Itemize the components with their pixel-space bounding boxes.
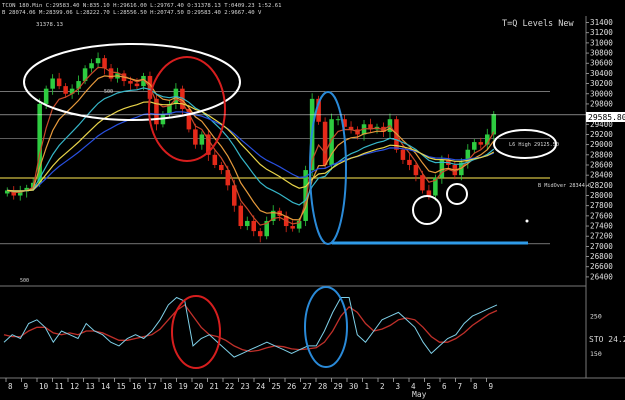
price-tick-label: 27400 <box>590 222 613 231</box>
candle-body <box>491 114 497 135</box>
time-tick-label: 11 <box>55 382 65 391</box>
candle-body <box>413 164 419 176</box>
time-tick-label: 18 <box>163 382 173 391</box>
time-tick-label: 26 <box>287 382 297 391</box>
price-tick-label: 30600 <box>590 59 613 68</box>
candle-body <box>128 81 133 84</box>
high-level-label: L6 High 29125.50 <box>509 142 559 148</box>
price-tick-label: 27600 <box>590 211 613 220</box>
level-label: 31378.13 <box>36 22 63 28</box>
time-tick-label: 10 <box>39 382 49 391</box>
price-chart: 314003120031000 3080030600304003020030000… <box>0 0 625 400</box>
candle-body <box>63 86 68 94</box>
candle-body <box>426 190 432 196</box>
candle-body <box>322 121 328 165</box>
price-tick-label: 30800 <box>590 49 613 58</box>
time-tick-label: 9 <box>24 382 29 391</box>
time-tick-label: 21 <box>210 382 220 391</box>
candle-body <box>50 78 55 89</box>
price-tick-label: 28000 <box>590 191 613 200</box>
price-tick-label: 28600 <box>590 160 613 169</box>
time-tick-label: 25 <box>272 382 281 391</box>
time-tick-label: 3 <box>396 382 401 391</box>
candle-body <box>335 119 341 121</box>
candle-body <box>257 231 263 237</box>
candle-body <box>400 149 406 160</box>
lower-marker-label: 500 <box>20 278 29 284</box>
candle-body <box>472 142 477 150</box>
time-tick-label: 7 <box>458 382 463 391</box>
time-tick-label: 27 <box>303 382 312 391</box>
current-price-tag: 29585.80 <box>586 112 625 122</box>
candle-body <box>199 134 205 145</box>
time-tick-label: 9 <box>489 382 494 391</box>
price-tick-label: 28200 <box>590 181 613 190</box>
candle-body <box>134 83 140 87</box>
price-tick-label: 26800 <box>590 252 613 261</box>
price-tick-label: 29200 <box>590 130 613 139</box>
candle-body <box>420 175 425 191</box>
candle-body <box>56 78 62 87</box>
midover-label: B MidOver 28344.0 <box>538 183 591 189</box>
time-tick-label: 15 <box>117 382 126 391</box>
sto-label: STO 24.2 <box>589 335 625 344</box>
price-tick-label: 28400 <box>590 171 613 180</box>
candle-body <box>43 88 49 104</box>
price-tick-label: 31400 <box>590 18 613 27</box>
time-tick-label: 5 <box>427 382 432 391</box>
candle-body <box>212 154 218 165</box>
time-tick-label: 16 <box>132 382 142 391</box>
osc-tick-label: 150 <box>590 350 602 358</box>
price-tick-label: 30200 <box>590 79 613 88</box>
time-tick-label: 22 <box>225 382 234 391</box>
price-tick-label: 28800 <box>590 150 613 159</box>
time-tick-label: 29 <box>334 382 344 391</box>
header-line-2: B 28074.06 M:28399.06 L:28222.70 L:28556… <box>2 10 262 16</box>
marker-dot <box>525 219 529 223</box>
candle-body <box>219 164 224 171</box>
time-tick-label: 12 <box>70 382 79 391</box>
candle-body <box>290 226 295 229</box>
candle-body <box>193 129 198 145</box>
price-tick-label: 31000 <box>590 38 613 47</box>
price-tick-label: 29000 <box>590 140 613 149</box>
header-line-1: TCON 180.Min C:29583.40 N:835.10 H:29616… <box>2 3 282 9</box>
candle-body <box>244 220 250 227</box>
time-tick-label: 8 <box>473 382 478 391</box>
time-tick-label: 17 <box>148 382 157 391</box>
month-label: May <box>412 390 427 399</box>
price-tick-label: 29800 <box>590 99 613 108</box>
upper-marker-label: 500 <box>104 89 113 95</box>
price-tick-label: 30000 <box>590 89 613 98</box>
candle-body <box>251 220 257 232</box>
time-tick-label: 8 <box>8 382 13 391</box>
price-tick-label: 30400 <box>590 69 613 78</box>
time-tick-label: 23 <box>241 382 250 391</box>
price-tick-label: 27000 <box>590 242 613 251</box>
time-tick-label: 1 <box>365 382 370 391</box>
time-tick-label: 30 <box>349 382 359 391</box>
candle-body <box>238 205 244 227</box>
candle-body <box>407 159 412 165</box>
time-tick-label: 2 <box>380 382 385 391</box>
chart-title: T=Q Levels New <box>502 19 575 29</box>
candle-body <box>102 58 107 69</box>
candle-body <box>89 63 94 69</box>
price-tick-label: 26400 <box>590 272 613 281</box>
price-tick-label: 31200 <box>590 28 613 37</box>
price-tick-label: 26600 <box>590 262 613 271</box>
time-tick-label: 13 <box>86 382 95 391</box>
current-price-label: 29585.80 <box>588 113 625 122</box>
candle-body <box>478 142 484 145</box>
time-tick-label: 20 <box>194 382 204 391</box>
time-tick-label: 14 <box>101 382 111 391</box>
price-tick-label: 27800 <box>590 201 613 210</box>
price-tick-label: 27200 <box>590 232 613 241</box>
time-tick-label: 19 <box>179 382 189 391</box>
candle-body <box>95 58 101 64</box>
time-tick-label: 28 <box>318 382 328 391</box>
time-tick-label: 24 <box>256 382 266 391</box>
time-tick-label: 6 <box>442 382 447 391</box>
osc-tick-label: 250 <box>590 313 602 321</box>
